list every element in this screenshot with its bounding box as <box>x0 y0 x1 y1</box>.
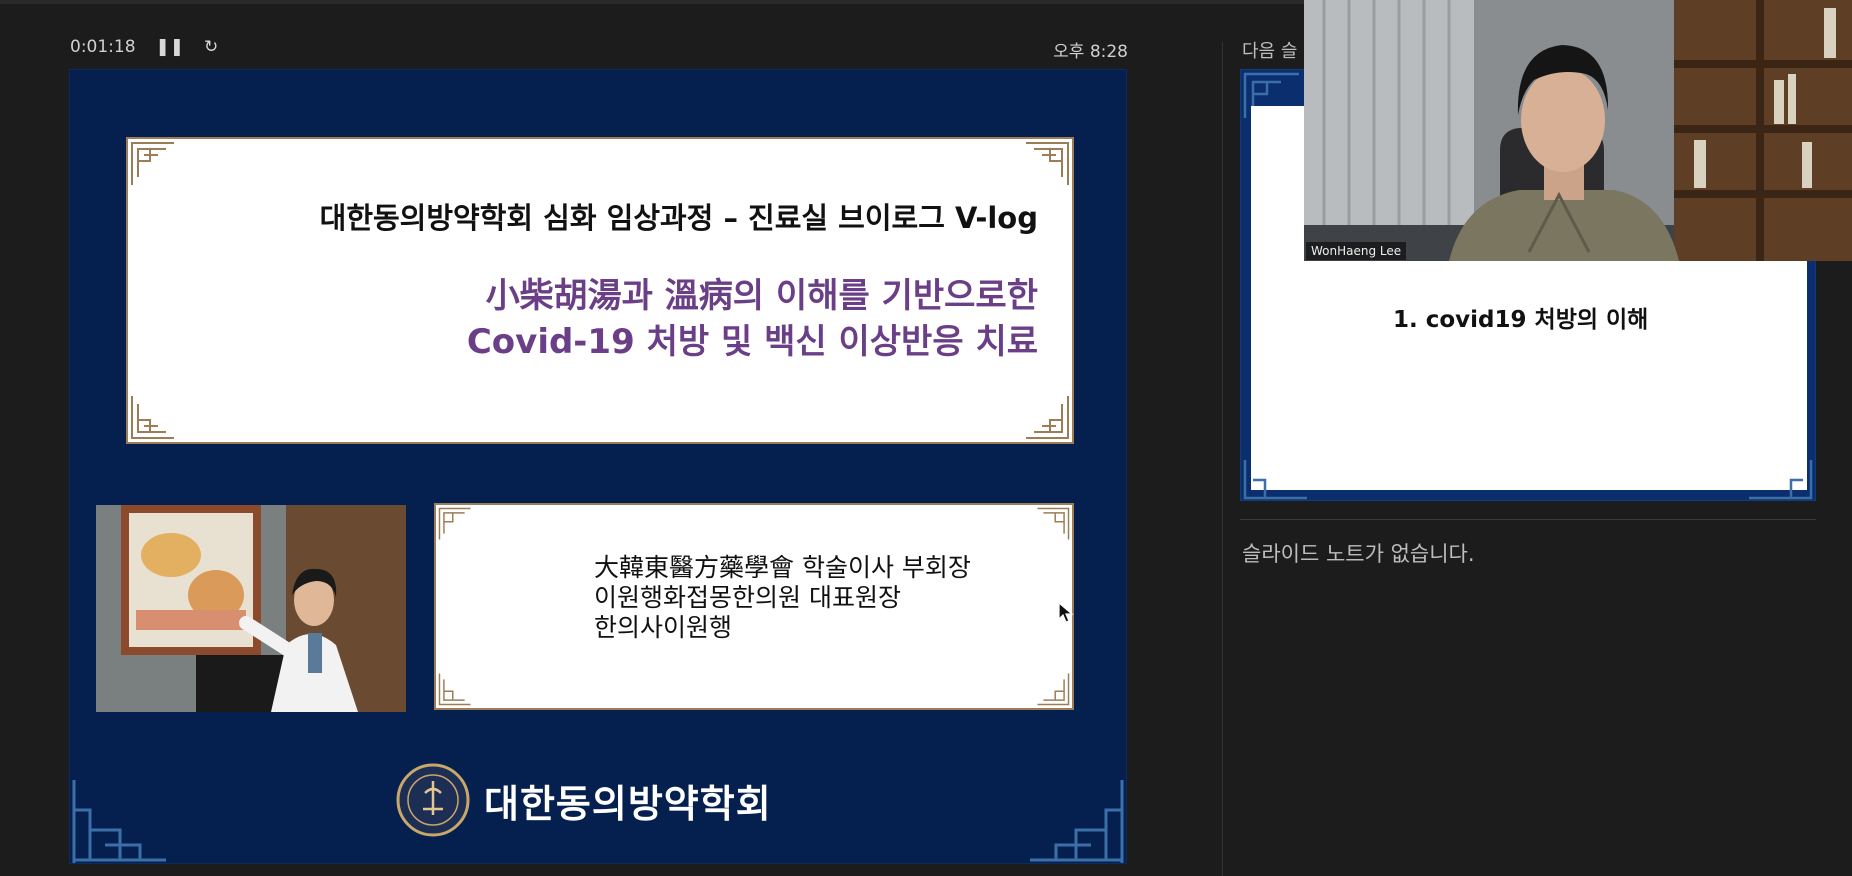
current-slide[interactable]: 대한동의방약학회 심화 임상과정 – 진료실 브이로그 V-log 小柴胡湯과 … <box>69 69 1127 864</box>
society-seal-icon <box>396 763 470 837</box>
info-line-affiliation: 大韓東醫方藥學會 학술이사 부회장 <box>594 553 971 582</box>
webcam-video[interactable]: WonHaeng Lee <box>1304 0 1852 261</box>
info-line-name: 한의사이원행 <box>594 613 733 642</box>
corner-ornament <box>1026 142 1069 185</box>
slide-heading: 대한동의방약학회 심화 임상과정 – 진료실 브이로그 V-log <box>319 201 1038 235</box>
corner-ornament <box>1037 673 1070 706</box>
corner-ornament <box>131 396 174 439</box>
lattice-ornament <box>1243 460 1307 500</box>
slide-title: 小柴胡湯과 溫病의 이해를 기반으로한 Covid-19 처방 및 백신 이상반… <box>467 273 1038 365</box>
society-logo-text: 대한동의방약학회 <box>484 781 772 826</box>
title-box: 대한동의방약학회 심화 임상과정 – 진료실 브이로그 V-log 小柴胡湯과 … <box>126 137 1074 444</box>
presenter-info-box: 大韓東醫方藥學會 학술이사 부회장 이원행화접몽한의원 대표원장 한의사이원행 <box>434 503 1074 710</box>
next-slide-label: 다음 슬 <box>1242 41 1298 62</box>
slide-title-line1: 小柴胡湯과 溫病의 이해를 기반으로한 <box>485 276 1038 316</box>
corner-ornament <box>1026 396 1069 439</box>
speaker-notes[interactable]: 슬라이드 노트가 없습니다. <box>1242 538 1475 568</box>
corner-ornament <box>1037 507 1070 540</box>
corner-ornament <box>438 507 471 540</box>
presenter-info: 大韓東醫方藥學會 학술이사 부회장 이원행화접몽한의원 대표원장 한의사이원행 <box>594 553 971 643</box>
pane-divider[interactable] <box>1222 42 1223 876</box>
presenter-timer: 0:01:18 ❚❚ ↻ <box>70 37 218 57</box>
participant-name-label: WonHaeng Lee <box>1306 242 1407 260</box>
corner-ornament <box>438 673 471 706</box>
restart-icon[interactable]: ↻ <box>204 37 218 57</box>
lattice-ornament-right <box>1030 780 1124 863</box>
pause-icon[interactable]: ❚❚ <box>156 37 185 57</box>
corner-ornament <box>131 142 174 185</box>
mouse-cursor-icon <box>1058 602 1074 623</box>
lattice-ornament <box>1749 460 1813 500</box>
lattice-ornament-left <box>72 780 166 863</box>
elapsed-time: 0:01:18 <box>70 37 136 57</box>
clock: 오후 8:28 <box>1053 42 1128 62</box>
slide-title-line2: Covid-19 처방 및 백신 이상반응 치료 <box>466 322 1038 362</box>
presenter-photo <box>96 505 406 712</box>
society-logo: 대한동의방약학회 <box>396 763 772 837</box>
notes-separator <box>1240 519 1816 520</box>
next-slide-title: 1. covid19 처방의 이해 <box>1393 307 1649 333</box>
info-line-clinic: 이원행화접몽한의원 대표원장 <box>594 583 901 612</box>
